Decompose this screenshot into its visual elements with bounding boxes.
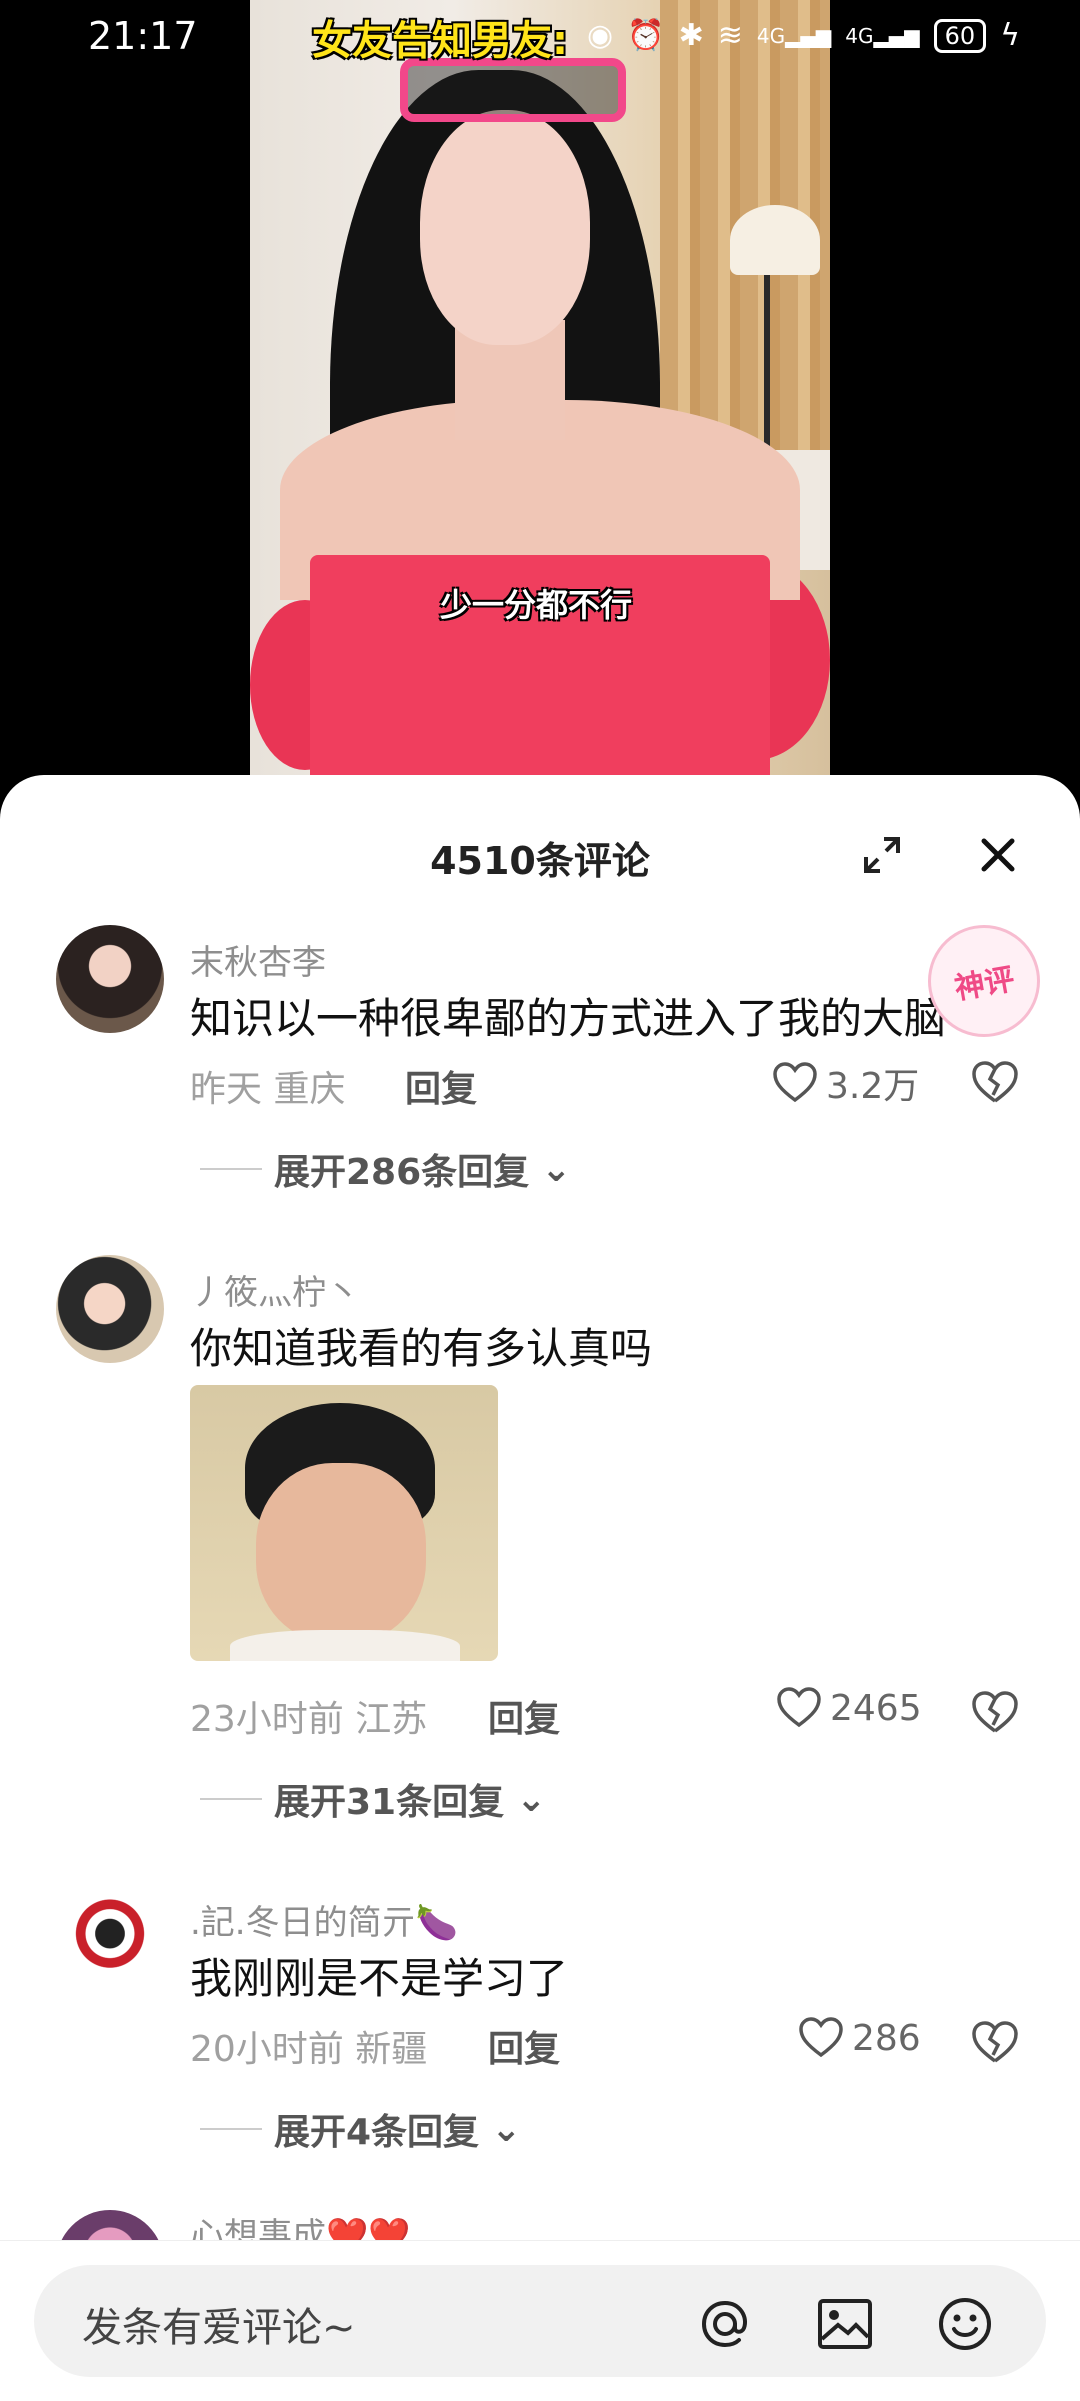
like-count: 286 bbox=[852, 2017, 921, 2059]
dislike-icon[interactable] bbox=[970, 1059, 1020, 1105]
comment-username[interactable]: 丿筱灬柠丶 bbox=[190, 1265, 360, 1314]
chevron-down-icon: ⌄ bbox=[491, 2108, 522, 2150]
avatar[interactable] bbox=[56, 1255, 164, 1363]
like-count: 2465 bbox=[830, 1687, 922, 1729]
comment-meta: 23小时前 江苏 bbox=[190, 1690, 427, 1742]
video-player[interactable]: 女友告知男友: 少一分都不行 bbox=[0, 0, 1080, 790]
lamp-pole bbox=[764, 270, 770, 460]
comment-meta: 20小时前 新疆 bbox=[190, 2020, 427, 2072]
comment-time: 20小时前 bbox=[190, 2029, 344, 2070]
like-count: 3.2万 bbox=[826, 1066, 920, 1107]
expand-replies-button[interactable]: 展开4条回复 ⌄ bbox=[200, 2103, 521, 2155]
divider-line bbox=[200, 1168, 262, 1170]
divider-line bbox=[200, 2128, 262, 2130]
expand-icon[interactable] bbox=[862, 835, 902, 875]
comment-item: 心想事成❤️❤️ bbox=[0, 2210, 1080, 2240]
comment-text: 你知道我看的有多认真吗 bbox=[190, 1324, 653, 1373]
face bbox=[420, 110, 590, 345]
comments-count-title: 4510条评论 bbox=[430, 839, 650, 883]
comment-image[interactable] bbox=[190, 1385, 498, 1661]
avatar[interactable] bbox=[56, 1885, 164, 1993]
signal-icon-2: 4G▂▄▆ bbox=[845, 23, 920, 48]
status-bar: 21:17 ◉ ⏰ ✱ ≋ 4G▂▄▆ 4G▂▄▆ 60 ϟ bbox=[0, 0, 1080, 80]
expand-replies-button[interactable]: 展开286条回复 ⌄ bbox=[200, 1143, 571, 1195]
avatar[interactable] bbox=[56, 2210, 164, 2240]
comment-time: 23小时前 bbox=[190, 1699, 344, 1740]
comments-sheet: 4510条评论 末秋杏李 知识以一种很卑鄙的方式进入了我的大脑 昨天 重庆 回复… bbox=[0, 775, 1080, 2400]
battery-icon: 60 bbox=[933, 18, 987, 53]
like-button[interactable]: 3.2万 bbox=[772, 1057, 919, 1109]
image-icon[interactable] bbox=[814, 2293, 876, 2355]
chevron-down-icon: ⌄ bbox=[541, 1148, 572, 1190]
signal-icon: 4G▂▄▆ bbox=[756, 23, 832, 48]
reply-button[interactable]: 回复 bbox=[488, 1690, 560, 1742]
video-frame bbox=[250, 0, 830, 790]
alarm-icon: ⏰ bbox=[627, 18, 665, 53]
like-button[interactable]: 2465 bbox=[776, 1687, 922, 1729]
status-icons: ◉ ⏰ ✱ ≋ 4G▂▄▆ 4G▂▄▆ 60 ϟ bbox=[587, 18, 1020, 53]
status-time: 21:17 bbox=[88, 14, 198, 58]
mention-icon[interactable] bbox=[694, 2293, 756, 2355]
comment-input-placeholder: 发条有爱评论~ bbox=[82, 2305, 356, 2351]
kid-face bbox=[256, 1463, 426, 1643]
comment-location: 江苏 bbox=[355, 1699, 428, 1740]
reply-button[interactable]: 回复 bbox=[488, 2020, 560, 2072]
eye-icon: ◉ bbox=[587, 18, 614, 53]
comment-username[interactable]: 心想事成❤️❤️ bbox=[190, 2210, 411, 2240]
comment-meta: 昨天 重庆 bbox=[190, 1060, 345, 1112]
dislike-icon[interactable] bbox=[970, 2019, 1020, 2065]
expand-replies-label: 展开286条回复 bbox=[274, 1152, 530, 1193]
comment-location: 重庆 bbox=[273, 1069, 346, 1110]
avatar[interactable] bbox=[56, 925, 164, 1033]
expand-replies-label: 展开31条回复 bbox=[274, 1782, 505, 1823]
close-icon[interactable] bbox=[976, 833, 1020, 877]
kid-shirt bbox=[230, 1630, 460, 1661]
comment-input[interactable]: 发条有爱评论~ bbox=[34, 2265, 1046, 2377]
comment-location: 新疆 bbox=[355, 2029, 428, 2070]
charging-icon: ϟ bbox=[1000, 18, 1020, 53]
comment-input-bar: 发条有爱评论~ bbox=[0, 2240, 1080, 2401]
emoji-icon[interactable] bbox=[934, 2293, 996, 2355]
expand-replies-label: 展开4条回复 bbox=[274, 2112, 480, 2153]
expand-replies-button[interactable]: 展开31条回复 ⌄ bbox=[200, 1773, 546, 1825]
bluetooth-icon: ✱ bbox=[678, 18, 704, 53]
video-subtitle: 少一分都不行 bbox=[440, 586, 633, 624]
chevron-down-icon: ⌄ bbox=[516, 1778, 547, 1820]
dislike-icon[interactable] bbox=[970, 1689, 1020, 1735]
comment-text: 知识以一种很卑鄙的方式进入了我的大脑 bbox=[190, 994, 947, 1043]
like-button[interactable]: 286 bbox=[798, 2017, 921, 2059]
comment-time: 昨天 bbox=[190, 1069, 263, 1110]
heart-icon bbox=[799, 2017, 843, 2058]
reply-button[interactable]: 回复 bbox=[405, 1060, 477, 1112]
divider-line bbox=[200, 1798, 262, 1800]
comment-username[interactable]: 末秋杏李 bbox=[190, 935, 326, 984]
heart-icon bbox=[777, 1687, 821, 1728]
wifi-icon: ≋ bbox=[717, 18, 743, 53]
comment-username[interactable]: .記.冬日的简亓🍆 bbox=[190, 1895, 458, 1944]
heart-icon bbox=[773, 1062, 817, 1103]
lamp-shade bbox=[730, 205, 820, 275]
comment-text: 我刚刚是不是学习了 bbox=[190, 1954, 569, 2003]
